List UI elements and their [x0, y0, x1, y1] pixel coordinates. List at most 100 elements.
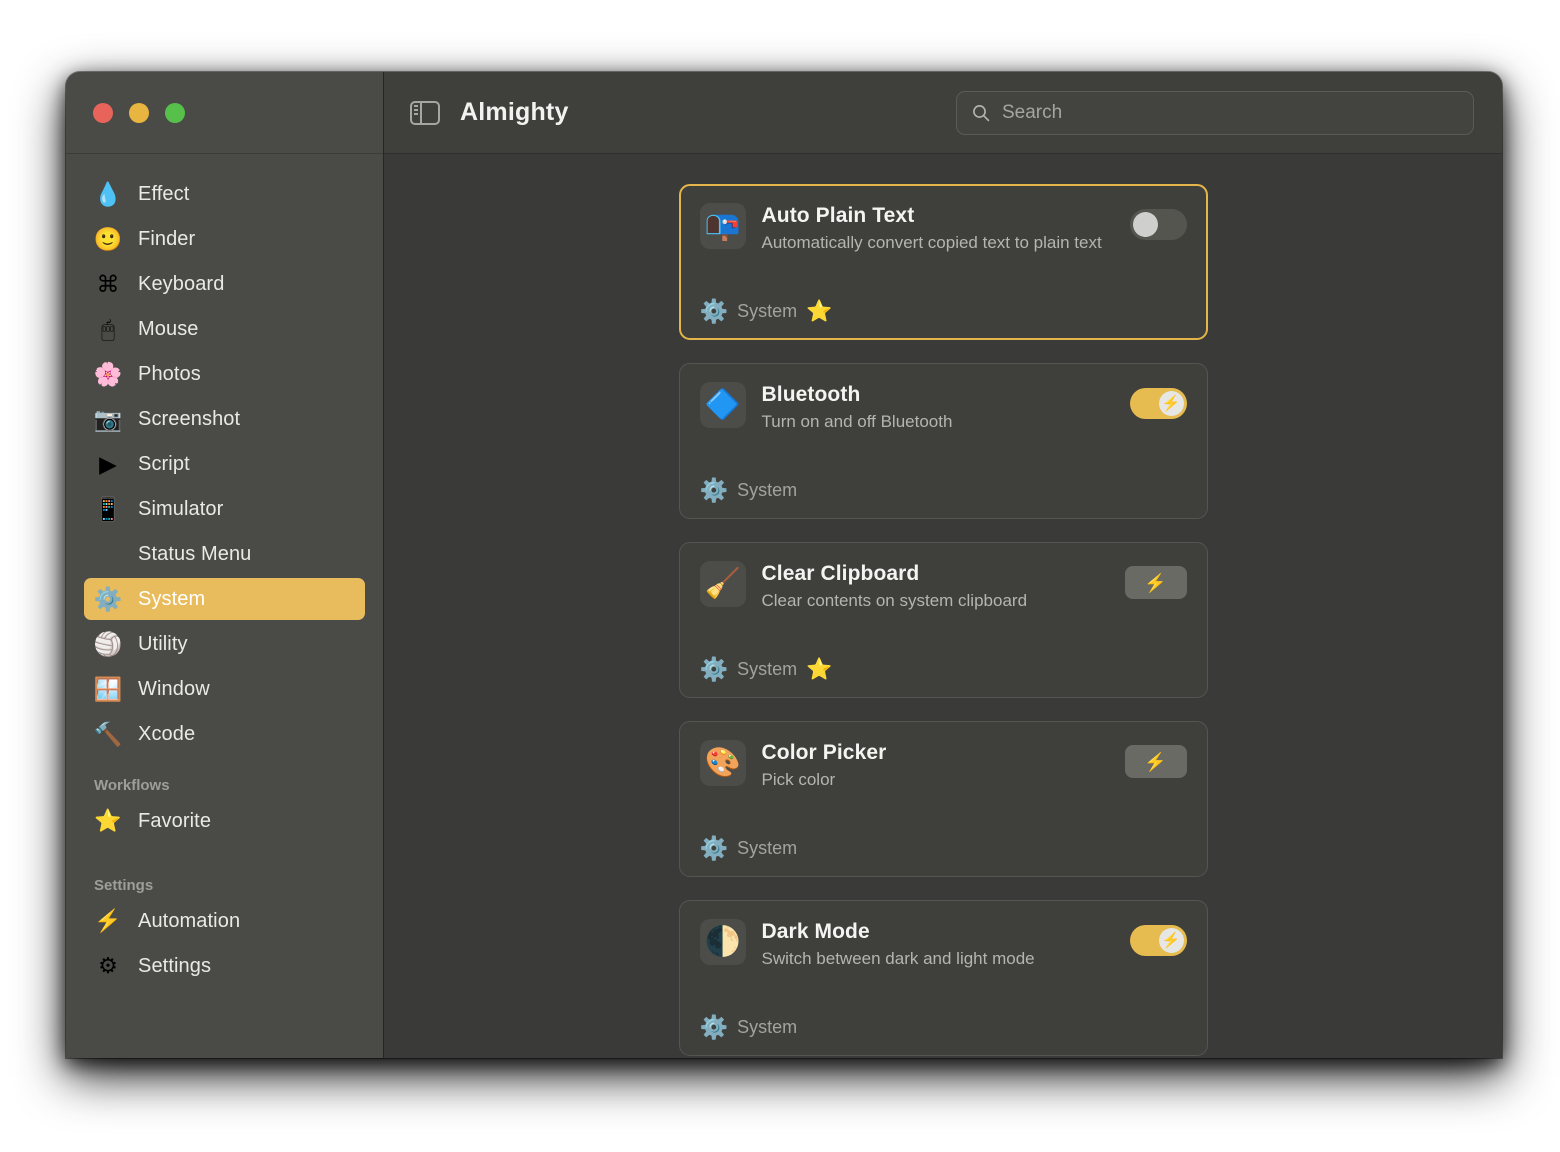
sidebar-item-photos[interactable]: 🌸 Photos [84, 353, 365, 395]
cards-list[interactable]: 📭 Auto Plain Text Automatically convert co… [384, 154, 1502, 1058]
favorite-star-icon[interactable]: ⭐ [806, 301, 832, 322]
sidebar-toggle-dots [414, 104, 418, 115]
sidebar-item-status-menu[interactable]: Status Menu [84, 533, 365, 575]
sidebar-item-label: Window [138, 677, 210, 700]
sidebar-item-window[interactable]: 🪟 Window [84, 668, 365, 710]
search-input[interactable] [1002, 101, 1459, 124]
sidebar-item-script[interactable]: ▶ Script [84, 443, 365, 485]
mouse-icon: 🖱 [101, 315, 115, 342]
sidebar-item-label: Utility [138, 632, 188, 655]
color-picker-icon: 🎨 [699, 740, 746, 786]
main-area: Almighty 📭 Auto Plain Text Automatically c… [384, 72, 1502, 1058]
search-icon [973, 104, 990, 121]
sidebar-list[interactable]: 💧 Effect 🙂 Finder ⌘ Keyboard 🖱 Mouse 🌸 Photos 📷 Scr… [66, 154, 383, 1058]
keyboard-icon: ⌘ [96, 270, 120, 297]
sidebar-item-screenshot[interactable]: 📷 Screenshot [84, 398, 365, 440]
feature-toggle[interactable] [1129, 209, 1187, 240]
gear-icon: ⚙️ [699, 477, 729, 503]
gear-icon: ⚙️ [699, 298, 729, 324]
app-window: 💧 Effect 🙂 Finder ⌘ Keyboard 🖱 Mouse 🌸 Photos 📷 Scr… [66, 72, 1502, 1058]
screenshot-icon: 📷 [93, 405, 123, 432]
sidebar-item-settings[interactable]: ⚙ Settings [84, 945, 365, 987]
feature-card[interactable]: 🧹 Clear Clipboard Clear contents on system… [678, 542, 1208, 698]
zoom-button[interactable] [165, 102, 185, 123]
page-title: Almighty [460, 98, 569, 126]
card-title: Color Picker [761, 741, 887, 764]
sidebar-section-header: Settings [94, 877, 154, 894]
card-text-block: Clear Clipboard Clear contents on system … [762, 561, 1109, 611]
feature-card[interactable]: 📭 Auto Plain Text Automatically convert co… [678, 184, 1208, 340]
sidebar-item-finder[interactable]: 🙂 Finder [84, 218, 365, 260]
clear-clipboard-icon: 🧹 [699, 561, 746, 607]
card-header: 🌓 Dark Mode Switch between dark and light … [699, 919, 1187, 969]
photos-icon: 🌸 [93, 360, 123, 387]
card-header: 📭 Auto Plain Text Automatically convert co… [699, 203, 1187, 253]
toggle-knob: ⚡ [1158, 928, 1184, 953]
close-button[interactable] [93, 102, 113, 123]
card-subtitle: Automatically convert copied text to pla… [761, 233, 1102, 252]
sidebar-item-label: Effect [138, 182, 190, 205]
auto-plain-text-icon: 📭 [699, 203, 746, 249]
toolbar: Almighty [384, 72, 1502, 154]
sidebar: 💧 Effect 🙂 Finder ⌘ Keyboard 🖱 Mouse 🌸 Photos 📷 Scr… [66, 72, 384, 1058]
card-title: Bluetooth [761, 383, 861, 406]
sidebar-item-label: Settings [138, 954, 212, 977]
bluetooth-icon: 🔷 [699, 382, 746, 428]
category-label: System [737, 301, 798, 321]
sidebar-item-mouse[interactable]: 🖱 Mouse [84, 308, 365, 350]
status-menu-icon [94, 540, 122, 568]
favorite-star-icon[interactable]: ⭐ [806, 659, 832, 680]
utility-icon: 🏐 [93, 630, 123, 657]
sidebar-item-utility[interactable]: 🏐 Utility [84, 623, 365, 665]
card-title: Clear Clipboard [761, 562, 920, 585]
system-icon: ⚙️ [93, 585, 123, 612]
card-header: 🎨 Color Picker Pick color ⚡ [699, 740, 1187, 790]
sidebar-item-keyboard[interactable]: ⌘ Keyboard [84, 263, 365, 305]
sidebar-item-label: Finder [138, 227, 196, 250]
run-action-button[interactable]: ⚡ [1124, 566, 1187, 599]
sidebar-item-label: Screenshot [138, 407, 241, 430]
sidebar-item-label: Mouse [138, 317, 199, 340]
sidebar-item-automation[interactable]: ⚡ Automation [84, 900, 365, 942]
settings-icon: ⚙ [98, 953, 118, 978]
sidebar-item-xcode[interactable]: 🔨 Xcode [84, 713, 365, 755]
xcode-icon: 🔨 [93, 720, 123, 747]
sidebar-item-system[interactable]: ⚙️ System [84, 578, 365, 620]
sidebar-item-label: Script [138, 452, 190, 475]
sidebar-item-simulator[interactable]: 📱 Simulator [84, 488, 365, 530]
toggle-knob: ⚡ [1158, 391, 1184, 416]
sidebar-item-favorite[interactable]: ⭐ Favorite [84, 800, 365, 842]
screenshot-stage: 💧 Effect 🙂 Finder ⌘ Keyboard 🖱 Mouse 🌸 Photos 📷 Scr… [0, 0, 1560, 1152]
sidebar-toggle-icon[interactable] [410, 100, 440, 125]
feature-toggle[interactable]: ⚡ [1129, 925, 1187, 956]
window-icon: 🪟 [93, 675, 123, 702]
card-subtitle: Switch between dark and light mode [761, 949, 1035, 968]
window-traffic-lights [66, 72, 383, 154]
sidebar-section-header: Workflows [94, 777, 170, 794]
feature-card[interactable]: 🔷 Bluetooth Turn on and off Bluetooth ⚡ ⚙️ Sy… [678, 363, 1208, 519]
gear-icon: ⚙️ [699, 835, 729, 861]
minimize-button[interactable] [129, 102, 149, 123]
favorite-icon: ⭐ [94, 808, 122, 833]
sidebar-item-label: Simulator [138, 497, 224, 520]
sidebar-item-label: System [138, 587, 206, 610]
card-footer: ⚙️ System [700, 479, 1187, 502]
card-subtitle: Pick color [761, 770, 836, 789]
feature-toggle[interactable]: ⚡ [1129, 388, 1187, 419]
feature-card[interactable]: 🌓 Dark Mode Switch between dark and light … [678, 900, 1208, 1056]
card-footer: ⚙️ System [700, 837, 1187, 860]
feature-card[interactable]: 🎨 Color Picker Pick color ⚡ ⚙️ System [678, 721, 1208, 877]
card-title: Dark Mode [761, 920, 870, 943]
finder-icon: 🙂 [93, 225, 123, 252]
category-label: System [737, 480, 798, 500]
search-field[interactable] [956, 90, 1474, 135]
card-footer: ⚙️ System ⭐ [700, 300, 1187, 323]
category-label: System [737, 838, 798, 858]
run-action-button[interactable]: ⚡ [1124, 745, 1187, 778]
card-header: 🧹 Clear Clipboard Clear contents on system… [699, 561, 1187, 611]
gear-icon: ⚙️ [699, 656, 729, 682]
card-subtitle: Turn on and off Bluetooth [761, 412, 953, 431]
sidebar-item-effect[interactable]: 💧 Effect [84, 173, 365, 215]
category-label: System [737, 1017, 798, 1037]
